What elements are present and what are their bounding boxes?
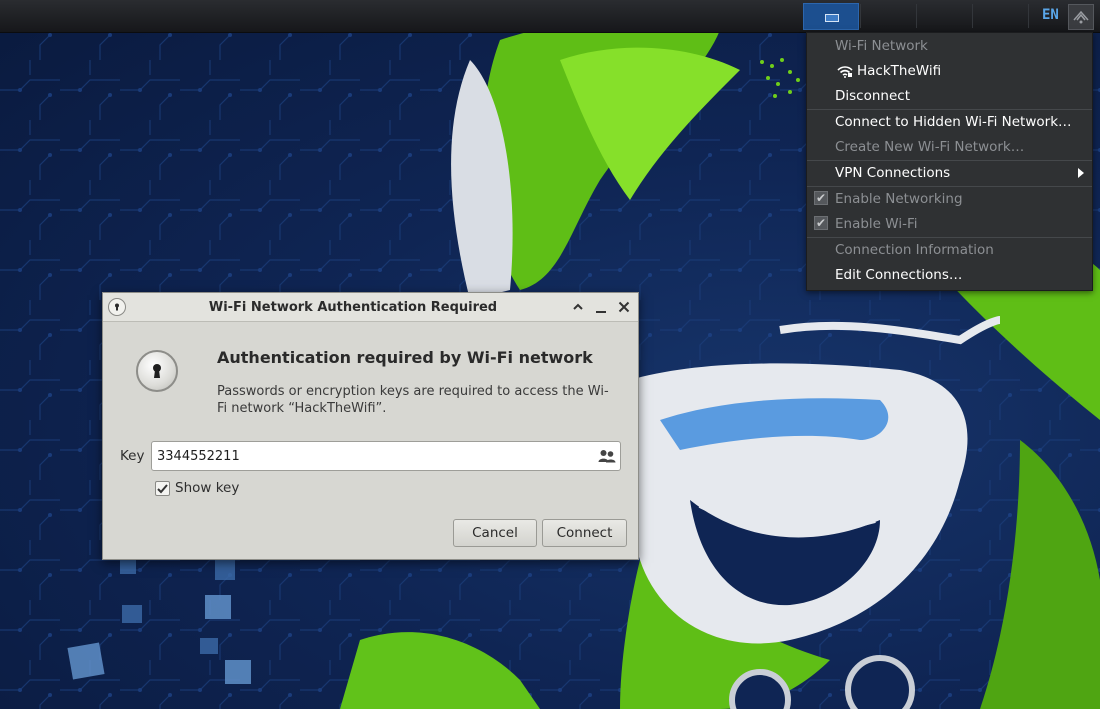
menu-item-connect-hidden[interactable]: Connect to Hidden Wi-Fi Network… [807, 110, 1092, 134]
wifi-auth-dialog: Wi-Fi Network Authentication Required Au… [102, 292, 639, 560]
maximize-button[interactable] [570, 299, 586, 315]
minimize-button[interactable] [593, 299, 609, 315]
menu-item-edit-connections[interactable]: Edit Connections… [807, 263, 1092, 287]
chevron-right-icon [1078, 168, 1084, 178]
dialog-titlebar[interactable]: Wi-Fi Network Authentication Required [103, 293, 638, 322]
cancel-button[interactable]: Cancel [453, 519, 537, 547]
menu-item-vpn-connections[interactable]: VPN Connections [807, 161, 1092, 185]
close-button[interactable] [616, 299, 632, 315]
menu-item-connection-information: Connection Information [835, 242, 994, 258]
padlock-icon [136, 350, 178, 392]
window-icon [825, 14, 839, 22]
dialog-heading: Authentication required by Wi-Fi network [217, 348, 593, 367]
checkbox-enable-wifi[interactable]: ✔ [814, 216, 828, 230]
network-icon [1073, 10, 1089, 24]
keyboard-layout-indicator[interactable]: EN [1042, 7, 1059, 23]
key-label: Key [120, 448, 145, 464]
menu-item-enable-wifi[interactable]: ✔ Enable Wi-Fi [807, 212, 1092, 236]
network-menu: Wi-Fi Network HackTheWifi Disconnect Con… [806, 32, 1093, 291]
taskbar-window-button[interactable] [803, 3, 859, 30]
panel-separator [972, 4, 973, 28]
menu-item-create-new: Create New Wi-Fi Network… [835, 139, 1025, 155]
wifi-signal-icon [837, 66, 853, 78]
people-icon[interactable] [598, 449, 616, 463]
panel-separator [860, 4, 861, 28]
dialog-message: Passwords or encryption keys are require… [217, 383, 627, 417]
panel-separator [916, 4, 917, 28]
dialog-title: Wi-Fi Network Authentication Required [208, 300, 498, 315]
menu-header-wifi-network: Wi-Fi Network [835, 38, 928, 54]
connect-button[interactable]: Connect [542, 519, 627, 547]
menu-item-disconnect[interactable]: Disconnect [807, 84, 1092, 108]
dialog-message-line1: Passwords or encryption keys are require… [217, 384, 609, 399]
dialog-message-line2: Fi network “HackTheWifi”. [217, 401, 387, 416]
key-input[interactable] [151, 441, 621, 471]
show-key-checkbox[interactable] [155, 481, 170, 496]
menu-item-enable-networking[interactable]: ✔ Enable Networking [807, 187, 1092, 211]
top-panel: EN [0, 0, 1100, 33]
menu-item-hackthewifi[interactable]: HackTheWifi [807, 59, 1092, 83]
network-manager-applet[interactable] [1068, 4, 1094, 30]
show-key-label[interactable]: Show key [175, 480, 239, 496]
panel-separator [1028, 4, 1029, 28]
checkmark-icon [157, 484, 168, 494]
checkbox-enable-networking[interactable]: ✔ [814, 191, 828, 205]
